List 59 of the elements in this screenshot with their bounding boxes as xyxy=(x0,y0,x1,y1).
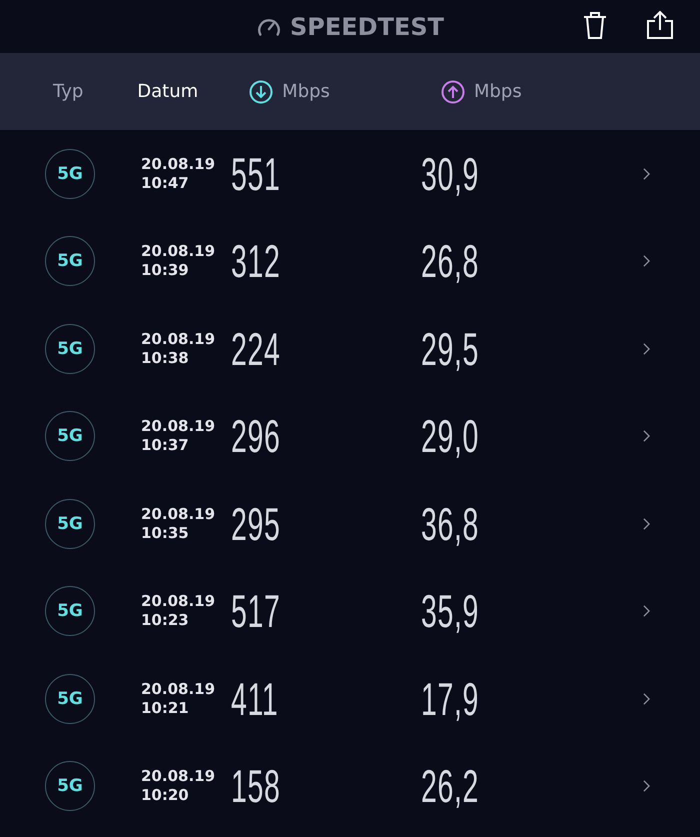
column-header[interactable]: Mbps xyxy=(440,80,522,104)
test-time: 10:37 xyxy=(141,436,190,456)
test-date: 20.08.19 xyxy=(141,154,216,174)
chevron-icon[interactable] xyxy=(643,168,650,180)
delete-button[interactable] xyxy=(582,10,608,40)
network-type-badge: 5G xyxy=(45,761,95,812)
test-time: 10:47 xyxy=(141,174,190,193)
network-type-badge: 5G xyxy=(45,324,95,374)
trash-icon xyxy=(582,10,608,40)
network-type-badge: 5G xyxy=(45,148,95,199)
download-value: 411 xyxy=(231,672,278,726)
chevron-icon[interactable] xyxy=(643,692,650,705)
chevron-icon[interactable] xyxy=(643,518,650,530)
download-icon xyxy=(249,80,274,104)
upload-value: 26,2 xyxy=(421,759,479,814)
test-date: 20.08.19 xyxy=(141,680,216,699)
upload-value: 26,8 xyxy=(421,234,479,288)
download-value: 158 xyxy=(231,759,280,814)
test-date: 20.08.19 xyxy=(141,242,216,262)
download-value: 224 xyxy=(231,322,280,376)
download-value: 551 xyxy=(231,146,280,201)
network-type-badge: 5G xyxy=(45,498,95,549)
upload-value: 17,9 xyxy=(421,672,479,726)
chevron-icon[interactable] xyxy=(643,342,650,355)
download-value: 312 xyxy=(231,234,280,288)
upload-value: 29,0 xyxy=(421,409,479,464)
upload-value: 36,8 xyxy=(421,496,479,551)
download-value: 296 xyxy=(231,409,280,464)
test-date: 20.08.19 xyxy=(141,330,216,349)
test-date: 20.08.19 xyxy=(141,417,216,436)
upload-value: 30,9 xyxy=(421,146,479,201)
test-time: 10:20 xyxy=(141,786,190,806)
test-time: 10:23 xyxy=(141,611,190,630)
test-date: 20.08.19 xyxy=(141,592,216,612)
network-type-badge: 5G xyxy=(45,236,95,286)
upload-value: 35,9 xyxy=(421,584,479,638)
app-title: SPEEDTEST xyxy=(290,12,444,40)
test-time: 10:21 xyxy=(141,698,190,718)
test-time: 10:35 xyxy=(141,524,190,543)
test-time: 10:38 xyxy=(141,348,190,368)
download-value: 517 xyxy=(231,584,280,638)
chevron-icon[interactable] xyxy=(643,605,650,618)
test-date: 20.08.19 xyxy=(141,767,216,786)
column-header[interactable]: Typ xyxy=(53,81,84,102)
upload-value: 29,5 xyxy=(421,322,479,376)
share-icon xyxy=(646,10,674,40)
column-header[interactable]: Mbps xyxy=(249,80,330,104)
chevron-icon[interactable] xyxy=(643,255,650,268)
test-date: 20.08.19 xyxy=(141,504,216,524)
column-header[interactable]: Datum xyxy=(137,81,198,102)
test-time: 10:39 xyxy=(141,261,190,280)
upload-icon xyxy=(440,80,465,104)
network-type-badge: 5G xyxy=(45,586,95,636)
share-button[interactable] xyxy=(646,10,674,40)
download-value: 295 xyxy=(231,496,280,551)
chevron-icon[interactable] xyxy=(643,430,650,442)
chevron-icon[interactable] xyxy=(643,780,650,792)
network-type-badge: 5G xyxy=(45,411,95,462)
network-type-badge: 5G xyxy=(45,674,95,724)
